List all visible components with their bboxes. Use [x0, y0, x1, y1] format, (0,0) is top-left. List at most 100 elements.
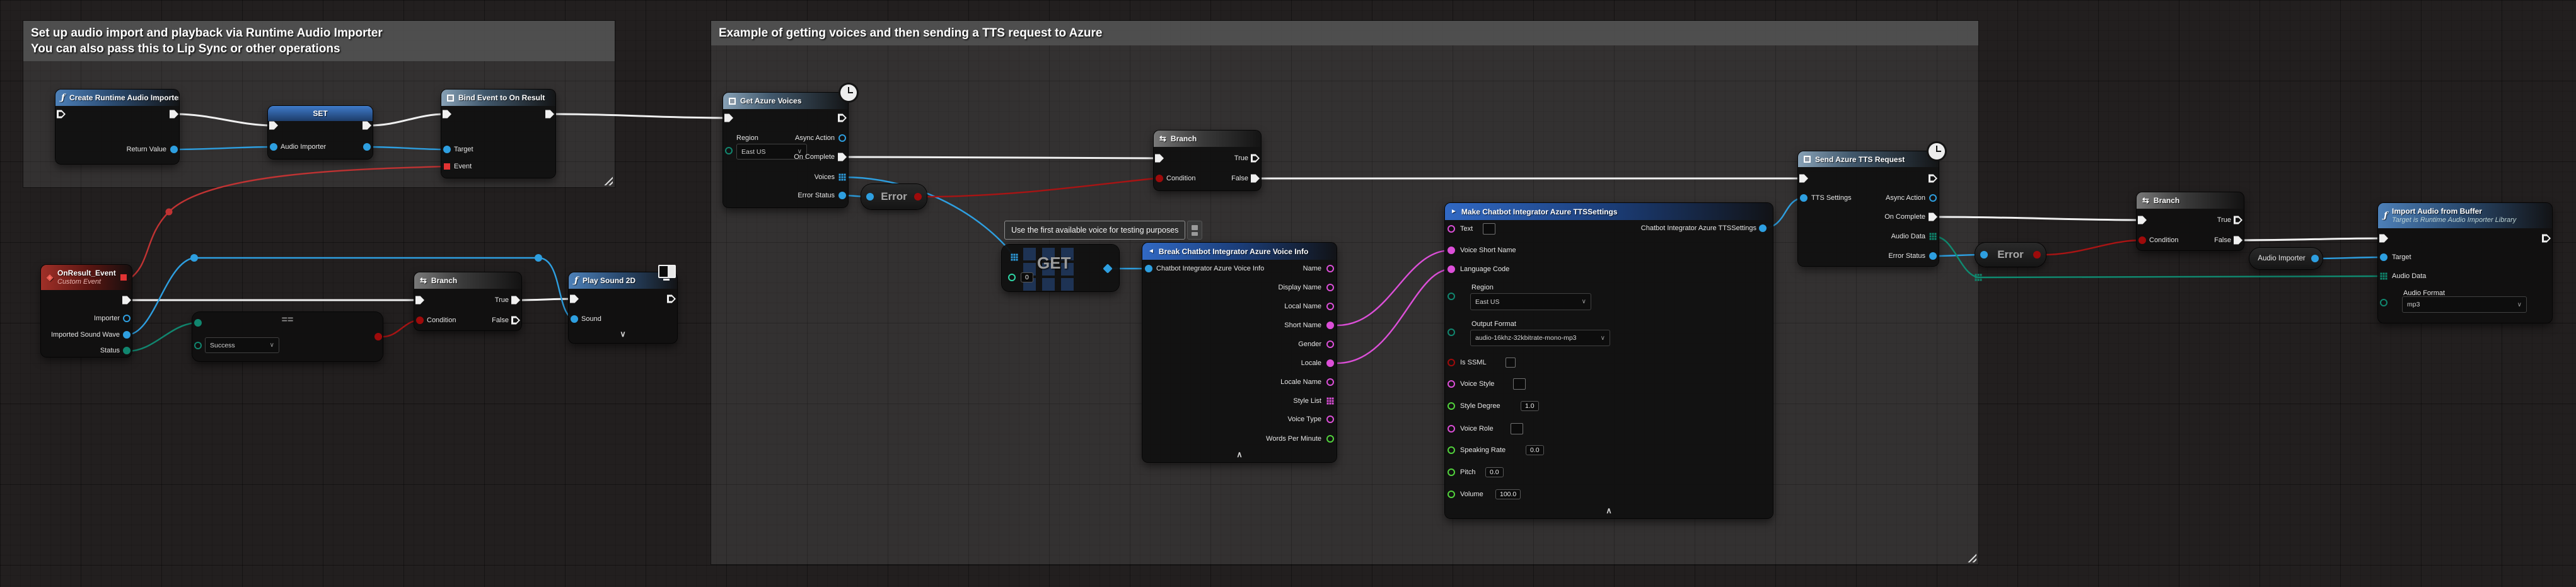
node-branch-1[interactable]: ⇆ Branch True Condition False: [414, 272, 521, 330]
node-error-macro-1[interactable]: Error: [861, 184, 927, 209]
error-status-pin[interactable]: [838, 192, 846, 199]
status-pin[interactable]: [123, 347, 131, 354]
node-set-audio-importer[interactable]: SET Audio Importer: [268, 106, 373, 159]
node-header[interactable]: Send Azure TTS Request: [1798, 151, 1939, 167]
wire-exec-create-to-set[interactable]: [176, 114, 272, 125]
on-complete-exec-pin[interactable]: [838, 153, 847, 161]
voice-role-input[interactable]: [1511, 423, 1523, 434]
voice-info-in-pin[interactable]: [1145, 265, 1152, 272]
exec-out-pin[interactable]: [545, 110, 554, 119]
error-status-pin[interactable]: [1929, 252, 1937, 260]
audio-format-dropdown[interactable]: mp3 ∨: [2402, 296, 2527, 313]
text-input[interactable]: [1483, 223, 1495, 235]
wire-exec-branch-true-to-playsound[interactable]: [516, 299, 574, 300]
event-delegate-pin[interactable]: [444, 163, 450, 170]
wire-status-to-equal[interactable]: [127, 323, 195, 351]
target-pin[interactable]: [2380, 253, 2387, 261]
element-out-pin[interactable]: [1103, 264, 1113, 274]
false-exec-pin[interactable]: [2234, 236, 2242, 245]
condition-pin[interactable]: [2138, 236, 2146, 244]
error-out-pin[interactable]: [2033, 251, 2041, 259]
node-header[interactable]: ◈ OnResult_Event Custom Event: [41, 265, 132, 290]
bubble-controls[interactable]: [1187, 221, 1202, 240]
region-pin[interactable]: [725, 147, 733, 154]
bubble-text-box[interactable]: Use the first available voice for testin…: [1004, 221, 1185, 240]
wire-exec-bind-to-getvoices[interactable]: [551, 114, 728, 118]
exec-out-pin[interactable]: [667, 295, 676, 303]
volume-pin[interactable]: [1448, 491, 1455, 498]
async-action-pin[interactable]: [838, 134, 846, 142]
index-value-box[interactable]: 0: [1021, 272, 1033, 282]
node-header[interactable]: ⇆ Branch: [2137, 192, 2244, 209]
exec-in-pin[interactable]: [269, 122, 278, 130]
node-header[interactable]: ► Make Chatbot Integrator Azure TTSSetti…: [1445, 203, 1773, 220]
target-pin[interactable]: [443, 146, 451, 153]
audio-importer-out-pin[interactable]: [363, 143, 371, 151]
audio-format-pin[interactable]: [2380, 299, 2387, 306]
wire-locale-to-languagecode[interactable]: [1337, 269, 1451, 363]
error-out-pin[interactable]: [914, 193, 922, 201]
audio-data-array-pin[interactable]: [2381, 273, 2387, 280]
enum-value-dropdown[interactable]: Success ∨: [205, 337, 279, 353]
node-play-sound-2d[interactable]: ƒ Play Sound 2D Sound ∨: [569, 272, 677, 343]
node-branch-2[interactable]: ⇆ Branch True Condition False: [1154, 131, 1261, 190]
reroute-array-node[interactable]: [1975, 274, 1982, 281]
exec-out-pin[interactable]: [363, 122, 371, 130]
wire-exec-set-to-bind[interactable]: [368, 114, 446, 125]
reroute-node[interactable]: [535, 254, 542, 262]
exec-in-pin[interactable]: [724, 114, 733, 122]
array-in-pin[interactable]: [1011, 254, 1018, 261]
false-exec-pin[interactable]: [1251, 175, 1260, 183]
exec-out-pin[interactable]: [2542, 235, 2551, 243]
local-name-pin[interactable]: [1326, 303, 1334, 310]
region-pin[interactable]: [1448, 293, 1455, 300]
equal-input-b-pin[interactable]: [194, 342, 202, 349]
importer-pin[interactable]: [123, 315, 131, 322]
condition-pin[interactable]: [1156, 175, 1163, 182]
node-audio-importer-variable[interactable]: Audio Importer: [2249, 248, 2323, 269]
wire-error2-to-branch3-condition[interactable]: [2043, 240, 2138, 255]
exec-in-pin[interactable]: [57, 110, 66, 119]
display-name-pin[interactable]: [1326, 284, 1334, 291]
locale-name-pin[interactable]: [1326, 378, 1334, 386]
equal-input-a-pin[interactable]: [194, 319, 202, 327]
node-header[interactable]: Bind Event to On Result: [441, 90, 555, 106]
node-onresult-custom-event[interactable]: ◈ OnResult_Event Custom Event Importer I…: [41, 265, 132, 357]
is-ssml-pin[interactable]: [1448, 359, 1455, 366]
exec-out-pin[interactable]: [838, 114, 847, 122]
gender-pin[interactable]: [1326, 340, 1334, 348]
output-format-pin[interactable]: [1448, 328, 1455, 336]
style-list-array-pin[interactable]: [1327, 398, 1334, 405]
wire-event-to-onresult-delegate[interactable]: [128, 166, 446, 280]
error-in-pin[interactable]: [1980, 251, 1988, 259]
wire-exec-oncomplete-to-branch2[interactable]: [844, 157, 1159, 158]
node-branch-3[interactable]: ⇆ Branch True Condition False: [2137, 192, 2244, 250]
condition-pin[interactable]: [416, 317, 424, 324]
voice-role-pin[interactable]: [1448, 425, 1455, 433]
pin-icon[interactable]: [1192, 225, 1198, 230]
collapse-icon[interactable]: ∧: [1606, 506, 1612, 516]
return-value-pin[interactable]: [170, 146, 178, 153]
node-equal-enum[interactable]: == Success ∨: [192, 312, 383, 361]
pitch-value[interactable]: 0.0: [1485, 467, 1504, 477]
pitch-pin[interactable]: [1448, 468, 1455, 476]
reroute-node[interactable]: [166, 209, 173, 216]
exec-in-pin[interactable]: [2379, 235, 2388, 243]
name-pin[interactable]: [1326, 265, 1334, 272]
wire-exec-send-oncomplete-to-branch3[interactable]: [1934, 217, 2142, 220]
voice-type-pin[interactable]: [1326, 416, 1334, 423]
node-error-macro-2[interactable]: Error: [1975, 243, 2046, 267]
exec-in-pin[interactable]: [1155, 154, 1164, 163]
node-break-azure-voice-info[interactable]: ◄ Break Chatbot Integrator Azure Voice I…: [1142, 243, 1337, 462]
node-make-azure-ttssettings[interactable]: ► Make Chatbot Integrator Azure TTSSetti…: [1445, 203, 1773, 518]
voice-style-input[interactable]: [1513, 378, 1526, 390]
equal-result-pin[interactable]: [374, 333, 382, 340]
imported-sound-wave-pin[interactable]: [123, 331, 131, 339]
is-ssml-checkbox[interactable]: [1506, 357, 1516, 368]
node-get-azure-voices[interactable]: Get Azure Voices Region East US ∨ Async …: [723, 93, 848, 207]
true-exec-pin[interactable]: [2234, 216, 2242, 224]
true-exec-pin[interactable]: [1251, 154, 1260, 163]
output-format-dropdown[interactable]: audio-16khz-32kbitrate-mono-mp3 ∨: [1470, 330, 1610, 346]
false-exec-pin[interactable]: [511, 317, 520, 325]
wire-returnvalue-to-set[interactable]: [175, 147, 273, 149]
